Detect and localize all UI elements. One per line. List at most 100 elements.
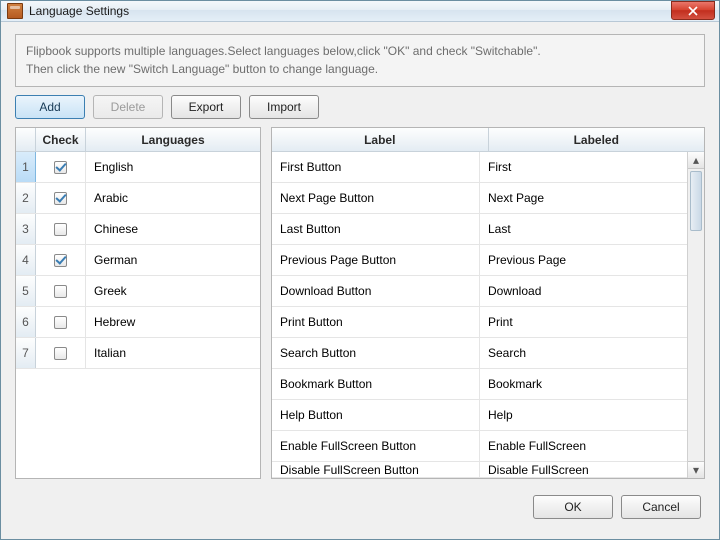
table-row[interactable]: 7 Italian [16,338,260,369]
labeled-cell[interactable]: First [480,152,687,182]
check-cell[interactable] [36,245,86,275]
footer: OK Cancel [15,487,705,527]
labeled-cell[interactable]: Bookmark [480,369,687,399]
labeled-cell[interactable]: Help [480,400,687,430]
header-label[interactable]: Label [272,128,489,151]
close-icon [688,6,698,16]
checkbox[interactable] [54,316,67,329]
labels-scrollbar[interactable]: ▴ ▾ [687,152,704,478]
row-number: 7 [16,338,36,368]
label-cell[interactable]: Disable FullScreen Button [272,462,480,477]
checkbox[interactable] [54,192,67,205]
labeled-cell[interactable]: Search [480,338,687,368]
table-row[interactable]: Previous Page ButtonPrevious Page [272,245,687,276]
checkbox[interactable] [54,347,67,360]
client-area: Flipbook supports multiple languages.Sel… [1,22,719,539]
labeled-cell[interactable]: Next Page [480,183,687,213]
cancel-button[interactable]: Cancel [621,495,701,519]
table-row[interactable]: Next Page ButtonNext Page [272,183,687,214]
export-button[interactable]: Export [171,95,241,119]
table-row[interactable]: Last ButtonLast [272,214,687,245]
languages-table: Check Languages 1English2Arabic3Chinese4… [15,127,261,479]
label-cell[interactable]: Download Button [272,276,480,306]
window-title: Language Settings [29,4,129,18]
checkbox[interactable] [54,223,67,236]
table-row[interactable]: 3 Chinese [16,214,260,245]
check-cell[interactable] [36,307,86,337]
tables-area: Check Languages 1English2Arabic3Chinese4… [15,127,705,479]
labels-body: First ButtonFirstNext Page ButtonNext Pa… [272,152,704,478]
table-row[interactable]: Download ButtonDownload [272,276,687,307]
info-line-2: Then click the new "Switch Language" but… [26,61,694,78]
checkbox[interactable] [54,161,67,174]
language-cell[interactable]: English [86,152,260,182]
check-cell[interactable] [36,276,86,306]
row-number: 6 [16,307,36,337]
check-cell[interactable] [36,338,86,368]
header-languages[interactable]: Languages [86,128,260,151]
label-cell[interactable]: Bookmark Button [272,369,480,399]
languages-body: 1English2 Arabic 3 Chinese 4 German 5 Greek 6 Heb… [16,152,260,478]
row-number: 3 [16,214,36,244]
table-row[interactable]: Enable FullScreen ButtonEnable FullScree… [272,431,687,462]
table-row[interactable]: 5 Greek [16,276,260,307]
table-row[interactable]: 1English [16,152,260,183]
table-row[interactable]: 4 German [16,245,260,276]
scroll-down-icon[interactable]: ▾ [688,461,704,478]
header-check[interactable]: Check [36,128,86,151]
table-row[interactable]: Help ButtonHelp [272,400,687,431]
close-button[interactable] [671,1,715,20]
labeled-cell[interactable]: Previous Page [480,245,687,275]
labeled-cell[interactable]: Download [480,276,687,306]
language-cell[interactable]: Chinese [86,214,260,244]
label-cell[interactable]: Enable FullScreen Button [272,431,480,461]
check-cell[interactable] [36,152,86,182]
table-row[interactable]: First ButtonFirst [272,152,687,183]
language-cell[interactable]: Hebrew [86,307,260,337]
languages-header: Check Languages [16,128,260,152]
import-button[interactable]: Import [249,95,319,119]
ok-button[interactable]: OK [533,495,613,519]
labeled-cell[interactable]: Enable FullScreen [480,431,687,461]
labeled-cell[interactable]: Disable FullScreen [480,462,687,477]
table-row[interactable]: Bookmark ButtonBookmark [272,369,687,400]
titlebar: Language Settings [1,1,719,22]
labeled-cell[interactable]: Print [480,307,687,337]
labels-header: Label Labeled [272,128,704,152]
label-cell[interactable]: First Button [272,152,480,182]
language-cell[interactable]: German [86,245,260,275]
labeled-cell[interactable]: Last [480,214,687,244]
header-labeled[interactable]: Labeled [489,128,705,151]
add-button[interactable]: Add [15,95,85,119]
toolbar: Add Delete Export Import [15,95,705,119]
info-line-1: Flipbook supports multiple languages.Sel… [26,43,694,60]
label-cell[interactable]: Search Button [272,338,480,368]
table-row[interactable]: 2 Arabic [16,183,260,214]
scroll-up-icon[interactable]: ▴ [688,152,704,169]
scroll-thumb[interactable] [690,171,702,231]
language-cell[interactable]: Greek [86,276,260,306]
label-cell[interactable]: Help Button [272,400,480,430]
label-cell[interactable]: Previous Page Button [272,245,480,275]
info-box: Flipbook supports multiple languages.Sel… [15,34,705,87]
header-row-number [16,128,36,151]
scroll-track[interactable] [688,169,704,461]
row-number: 2 [16,183,36,213]
labels-table: Label Labeled First ButtonFirstNext Page… [271,127,705,479]
language-cell[interactable]: Arabic [86,183,260,213]
check-cell[interactable] [36,214,86,244]
language-cell[interactable]: Italian [86,338,260,368]
checkbox[interactable] [54,285,67,298]
checkbox[interactable] [54,254,67,267]
table-row[interactable]: Print ButtonPrint [272,307,687,338]
label-cell[interactable]: Last Button [272,214,480,244]
row-number: 4 [16,245,36,275]
delete-button[interactable]: Delete [93,95,163,119]
check-cell[interactable] [36,183,86,213]
label-cell[interactable]: Print Button [272,307,480,337]
table-row[interactable]: Search ButtonSearch [272,338,687,369]
row-number: 5 [16,276,36,306]
table-row[interactable]: 6 Hebrew [16,307,260,338]
table-row[interactable]: Disable FullScreen ButtonDisable FullScr… [272,462,687,478]
label-cell[interactable]: Next Page Button [272,183,480,213]
